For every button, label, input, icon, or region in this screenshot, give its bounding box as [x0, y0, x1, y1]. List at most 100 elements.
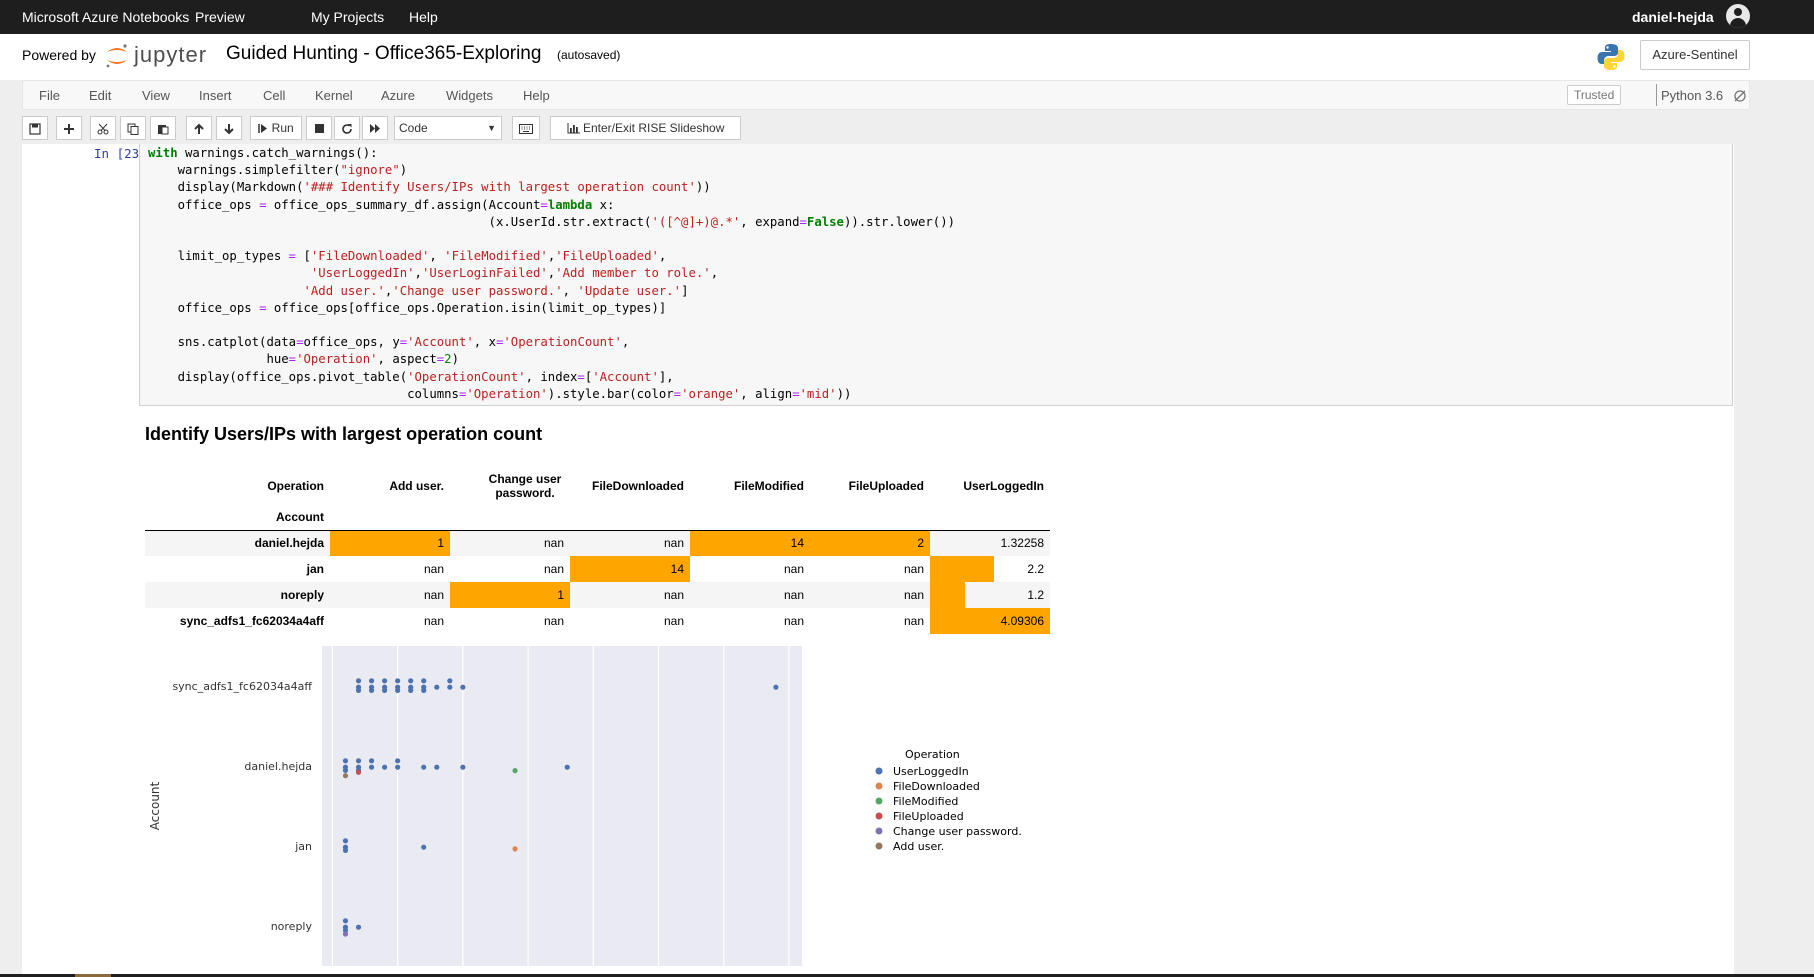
table-cell: 4.09306 — [930, 608, 1050, 634]
table-cell: 1.2 — [930, 582, 1050, 608]
notebook-site[interactable]: In [23]: with warnings.catch_warnings():… — [0, 144, 1814, 977]
menu-edit[interactable]: Edit — [89, 88, 111, 103]
table-cell: nan — [690, 582, 810, 608]
table-cell: nan — [810, 582, 930, 608]
cell-type-select[interactable]: Code ▼ — [394, 116, 502, 140]
cell-value: nan — [783, 588, 804, 602]
help-link[interactable]: Help — [409, 9, 438, 25]
arrow-up-icon — [194, 123, 204, 134]
data-point — [382, 687, 388, 693]
insert-cell-button[interactable] — [56, 116, 82, 140]
legend-marker — [875, 827, 883, 835]
brand-link[interactable]: Microsoft Azure Notebooks — [22, 9, 189, 25]
table-row: jan nan nan 14 nan nan 2.2 — [145, 556, 1050, 582]
menu-insert[interactable]: Insert — [199, 88, 232, 103]
data-point — [421, 687, 427, 693]
row-account-label: sync_adfs1_fc62034a4aff — [179, 614, 324, 628]
data-point — [447, 684, 453, 690]
menu-help[interactable]: Help — [523, 88, 550, 103]
data-point — [342, 931, 349, 937]
table-cell: nan — [570, 608, 690, 634]
cell-value: 1 — [557, 588, 564, 602]
move-up-button[interactable] — [186, 116, 212, 140]
cell-value: nan — [543, 614, 564, 628]
python-logo-icon — [1597, 44, 1625, 70]
cell-value: nan — [543, 536, 564, 551]
cell-value: 1.32258 — [1000, 536, 1044, 551]
menu-bar: File Edit View Insert Cell Kernel Azure … — [22, 80, 1750, 110]
menu-view[interactable]: View — [142, 88, 170, 103]
output-heading: Identify Users/IPs with largest operatio… — [145, 424, 543, 444]
data-point — [355, 687, 362, 693]
command-palette-button[interactable] — [512, 116, 540, 140]
notebook-title[interactable]: Guided Hunting - Office365-Exploring — [226, 43, 541, 65]
kernel-env-button[interactable]: Azure-Sentinel — [1640, 40, 1750, 70]
data-point — [408, 687, 414, 693]
table-cell: 1 — [450, 582, 570, 608]
code-text[interactable]: with warnings.catch_warnings(): warnings… — [148, 145, 955, 403]
table-cell: nan — [810, 556, 930, 582]
cut-button[interactable] — [90, 116, 116, 140]
code-cell-editor[interactable]: with warnings.catch_warnings(): warnings… — [139, 144, 1733, 406]
col-header-user-logged-in: UserLoggedIn — [963, 479, 1044, 493]
menu-cell[interactable]: Cell — [263, 88, 285, 103]
cell-value: 1 — [437, 536, 444, 551]
row-account-label: daniel.hejda — [145, 529, 330, 556]
menu-widgets[interactable]: Widgets — [446, 88, 493, 103]
table-row: sync_adfs1_fc62034a4aff nan nan nan nan nan 4.… — [145, 608, 1050, 634]
menu-kernel[interactable]: Kernel — [315, 88, 353, 103]
restart-run-all-button[interactable] — [362, 116, 388, 140]
copy-button[interactable] — [120, 116, 146, 140]
data-point — [342, 773, 349, 779]
cell-value: 14 — [670, 562, 684, 576]
restart-button[interactable] — [334, 116, 360, 140]
legend-title: Operation — [905, 748, 960, 761]
trusted-badge[interactable]: Trusted — [1567, 85, 1622, 105]
cell-value: 4.09306 — [1000, 614, 1044, 628]
user-name[interactable]: daniel-hejda — [1632, 9, 1714, 25]
data-point — [395, 687, 401, 693]
copy-icon — [127, 123, 139, 135]
bar-chart-icon — [567, 123, 580, 134]
data-point — [382, 764, 388, 770]
interrupt-button[interactable] — [306, 116, 332, 140]
rise-slideshow-button[interactable]: Enter/Exit RISE Slideshow — [550, 116, 741, 140]
move-down-button[interactable] — [216, 116, 242, 140]
y-axis-label: Account — [148, 781, 162, 830]
cell-value: nan — [423, 562, 444, 576]
run-button[interactable]: Run — [250, 116, 302, 140]
cell-value: nan — [423, 614, 444, 628]
avatar-icon[interactable] — [1726, 4, 1750, 28]
y-tick-label: jan — [294, 840, 312, 853]
data-point — [434, 684, 440, 690]
legend-marker — [875, 767, 883, 775]
table-cell: nan — [570, 582, 690, 608]
cell-value: 2.2 — [1027, 562, 1044, 576]
table-cell: nan — [330, 556, 450, 582]
cell-value: nan — [663, 588, 684, 602]
row-account-label: jan — [306, 562, 324, 576]
kernel-name[interactable]: Python 3.6 — [1661, 88, 1723, 103]
legend-entry: Add user. — [893, 840, 944, 853]
save-status: (autosaved) — [557, 48, 621, 62]
table-cell: 1 — [330, 529, 450, 556]
legend-entry: FileDownloaded — [893, 780, 980, 793]
paste-button[interactable] — [150, 116, 176, 140]
data-point — [512, 846, 518, 852]
run-button-label: Run — [271, 121, 294, 135]
cell-value: nan — [663, 536, 684, 551]
legend-entry: FileModified — [893, 795, 958, 808]
save-button[interactable] — [22, 116, 48, 140]
menu-file[interactable]: File — [39, 88, 60, 103]
table-cell: 2.2 — [930, 556, 1050, 582]
menu-azure[interactable]: Azure — [381, 88, 415, 103]
save-icon — [29, 123, 41, 135]
data-point — [355, 924, 362, 930]
cell-bar — [930, 556, 994, 582]
legend-marker — [875, 797, 883, 805]
my-projects-link[interactable]: My Projects — [311, 9, 384, 25]
data-point — [773, 684, 779, 690]
data-point — [395, 764, 401, 770]
data-point — [342, 758, 349, 764]
pivot-table-body: daniel.hejda 1 nan nan 14 2 1.32258 jan nan nan 14… — [145, 529, 1050, 634]
